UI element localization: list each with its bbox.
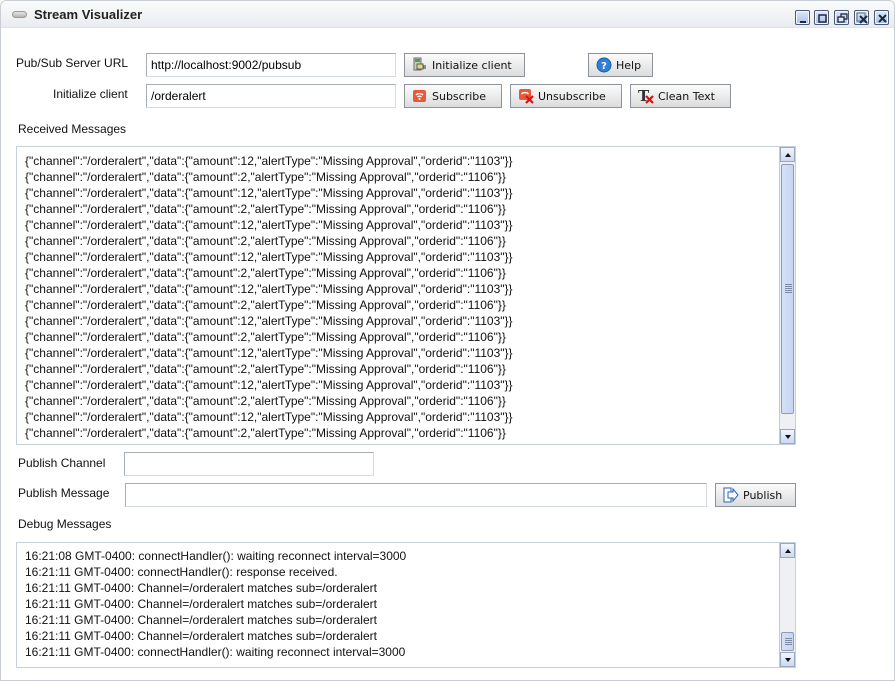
publish-icon [723, 487, 739, 503]
unsubscribe-icon [518, 88, 534, 104]
publish-message-label: Publish Message [18, 486, 110, 500]
message-line: {"channel":"/orderalert","data":{"amount… [25, 314, 513, 328]
plug-icon [412, 57, 428, 73]
arrow-down-icon [785, 658, 791, 662]
message-line: {"channel":"/orderalert","data":{"amount… [25, 426, 506, 440]
subscribe-label: Subscribe [432, 89, 487, 103]
server-url-label: Pub/Sub Server URL [16, 56, 129, 70]
window-title: Stream Visualizer [34, 7, 143, 22]
arrow-down-icon [785, 435, 791, 439]
message-line: {"channel":"/orderalert","data":{"amount… [25, 378, 513, 392]
maximize-icon [818, 14, 827, 23]
message-line: 16:21:11 GMT-0400: connectHandler(): res… [25, 565, 338, 579]
close-all-icon [856, 12, 868, 24]
message-line: {"channel":"/orderalert","data":{"amount… [25, 234, 506, 248]
help-label: Help [616, 58, 642, 72]
message-line: {"channel":"/orderalert","data":{"amount… [25, 362, 506, 376]
debug-messages-content: 16:21:08 GMT-0400: connectHandler(): wai… [25, 548, 406, 660]
unsubscribe-button[interactable]: Unsubscribe [510, 84, 622, 108]
unsubscribe-label: Unsubscribe [538, 89, 606, 103]
arrow-up-icon [785, 549, 791, 553]
received-messages-scrollbar[interactable] [779, 147, 795, 444]
publish-channel-label: Publish Channel [18, 456, 106, 470]
channel-input[interactable] [146, 84, 396, 108]
message-line: {"channel":"/orderalert","data":{"amount… [25, 346, 513, 360]
arrow-up-icon [785, 153, 791, 157]
message-line: {"channel":"/orderalert","data":{"amount… [25, 250, 513, 264]
message-line: {"channel":"/orderalert","data":{"amount… [25, 202, 506, 216]
message-line: {"channel":"/orderalert","data":{"amount… [25, 330, 506, 344]
stream-visualizer-window: Stream Visualizer Pub/Sub Server URL Ini… [0, 0, 895, 681]
message-line: {"channel":"/orderalert","data":{"amount… [25, 282, 513, 296]
scroll-up-button[interactable] [780, 147, 795, 162]
maximize-button[interactable] [814, 10, 829, 25]
subscribe-icon [412, 88, 428, 104]
scroll-down-button[interactable] [780, 652, 795, 667]
message-line: 16:21:11 GMT-0400: Channel=/orderalert m… [25, 581, 377, 595]
server-url-input[interactable] [146, 53, 396, 77]
message-line: 16:21:11 GMT-0400: Channel=/orderalert m… [25, 629, 377, 643]
scroll-thumb[interactable] [781, 632, 794, 651]
received-messages-textarea[interactable]: {"channel":"/orderalert","data":{"amount… [16, 146, 796, 445]
message-line: {"channel":"/orderalert","data":{"amount… [25, 170, 506, 184]
debug-messages-scrollbar[interactable] [779, 543, 795, 667]
publish-label: Publish [743, 488, 783, 502]
debug-messages-textarea[interactable]: 16:21:08 GMT-0400: connectHandler(): wai… [16, 542, 796, 668]
help-icon: ? [596, 57, 612, 73]
clear-text-icon: T [638, 87, 654, 105]
message-line: {"channel":"/orderalert","data":{"amount… [25, 186, 513, 200]
scroll-down-button[interactable] [780, 429, 795, 444]
message-line: {"channel":"/orderalert","data":{"amount… [25, 298, 506, 312]
svg-text:?: ? [601, 61, 607, 72]
message-line: 16:21:11 GMT-0400: connectHandler(): wai… [25, 645, 406, 659]
minimize-icon [800, 21, 806, 23]
message-line: {"channel":"/orderalert","data":{"amount… [25, 218, 513, 232]
received-messages-label: Received Messages [18, 122, 127, 136]
clean-text-label: Clean Text [658, 89, 715, 103]
message-line: {"channel":"/orderalert","data":{"amount… [25, 410, 513, 424]
minimize-button[interactable] [795, 10, 810, 25]
initialize-client-label: Initialize client [432, 58, 512, 72]
message-line: 16:21:11 GMT-0400: Channel=/orderalert m… [25, 597, 377, 611]
message-line: 16:21:11 GMT-0400: Channel=/orderalert m… [25, 613, 377, 627]
subscribe-button[interactable]: Subscribe [404, 84, 502, 108]
restore-icon [837, 13, 848, 23]
title-bar[interactable]: Stream Visualizer [1, 1, 894, 28]
debug-messages-label: Debug Messages [18, 517, 112, 531]
restore-button[interactable] [834, 10, 849, 25]
message-line: {"channel":"/orderalert","data":{"amount… [25, 154, 513, 168]
window-menu-icon[interactable] [12, 11, 27, 18]
close-all-button[interactable] [854, 10, 869, 25]
message-line: {"channel":"/orderalert","data":{"amount… [25, 266, 506, 280]
scroll-thumb[interactable] [781, 164, 794, 414]
publish-button[interactable]: Publish [715, 483, 796, 507]
publish-message-input[interactable] [125, 483, 707, 507]
received-messages-content: {"channel":"/orderalert","data":{"amount… [25, 153, 513, 441]
scroll-up-button[interactable] [780, 543, 795, 558]
close-button[interactable] [874, 10, 889, 25]
help-button[interactable]: ? Help [588, 53, 653, 77]
message-line: 16:21:08 GMT-0400: connectHandler(): wai… [25, 549, 407, 563]
close-icon [878, 14, 887, 23]
initialize-client-button[interactable]: Initialize client [404, 53, 525, 77]
message-line: {"channel":"/orderalert","data":{"amount… [25, 394, 506, 408]
channel-label: Initialize client [53, 87, 128, 101]
clean-text-button[interactable]: T Clean Text [630, 84, 731, 108]
publish-channel-input[interactable] [124, 452, 374, 476]
